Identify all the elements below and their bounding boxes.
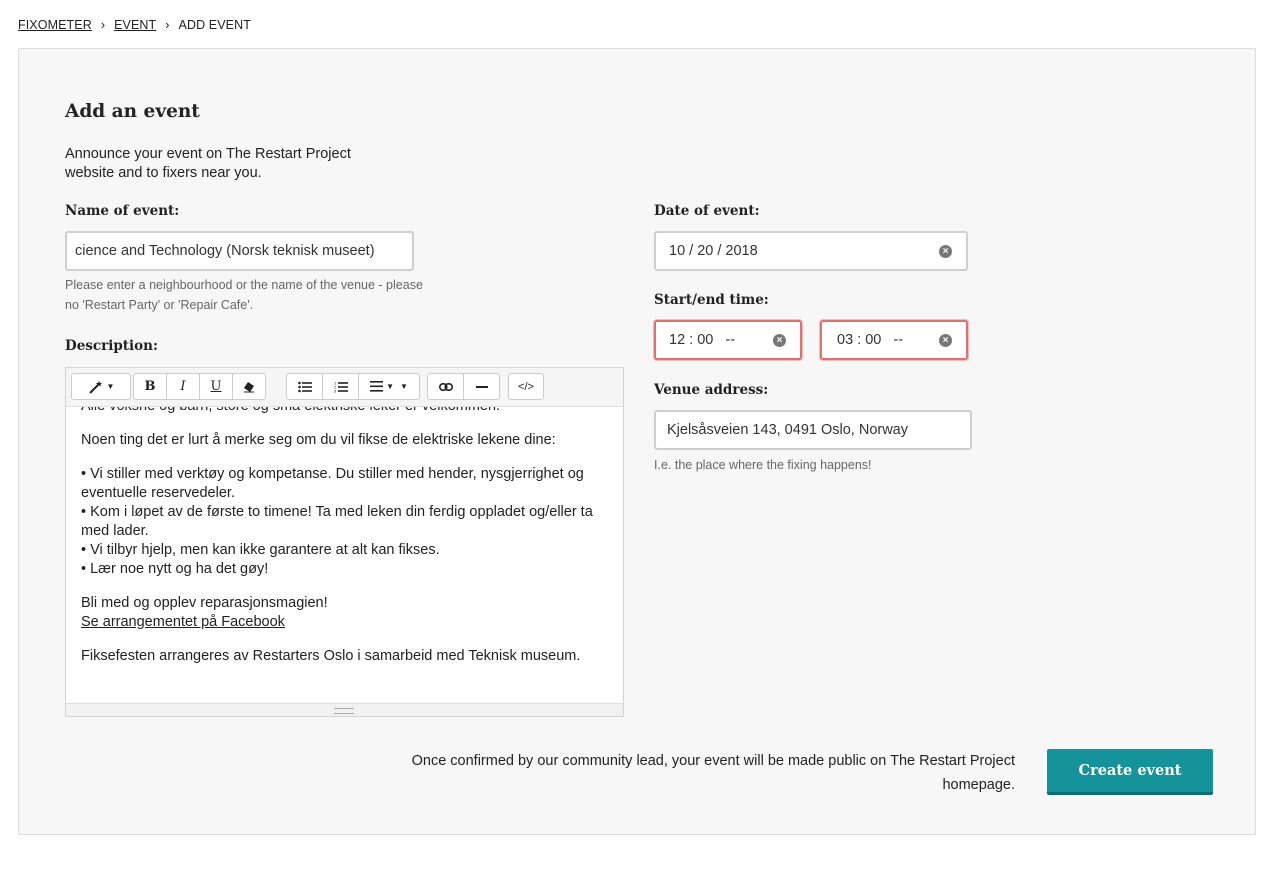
end-time-value: 03 : 00 --	[837, 332, 904, 348]
editor-resize-handle[interactable]	[66, 703, 623, 716]
description-line: • Lær noe nytt og ha det gøy!	[81, 561, 269, 577]
breadcrumb-separator: ›	[165, 18, 170, 32]
description-line: • Vi tilbyr hjelp, men kan ikke garanter…	[81, 542, 440, 558]
breadcrumb-separator: ›	[100, 18, 106, 32]
breadcrumb-current: ADD EVENT	[178, 18, 251, 32]
event-name-value: cience and Technology (Norsk teknisk mus…	[75, 243, 375, 259]
clear-end-time-icon[interactable]: ×	[939, 334, 952, 347]
unordered-list-icon[interactable]	[286, 373, 323, 400]
magic-wand-icon[interactable]: ▼	[71, 373, 131, 400]
description-line: Noen ting det er lurt å merke seg om du …	[81, 432, 556, 448]
description-paragraph: Bli med og opplev reparasjonsmagien! Se a…	[81, 594, 608, 632]
description-paragraph: • Vi stiller med verktøy og kompetanse. …	[81, 465, 608, 579]
start-time-input[interactable]: 12 : 00 -- ×	[654, 320, 802, 360]
description-label: Description:	[65, 338, 158, 354]
page-title: Add an event	[65, 101, 200, 122]
event-name-label: Name of event:	[65, 203, 180, 219]
time-label: Start/end time:	[654, 292, 769, 308]
facebook-link[interactable]: Se arrangementet på Facebook	[81, 614, 285, 630]
description-line: • Kom i løpet av de første to timene! Ta…	[81, 504, 593, 539]
code-view-button[interactable]: </>	[508, 373, 544, 400]
description-editor: ▼ B I U 123 ▼ ▼ </> Noen ting det er lur…	[65, 367, 624, 717]
event-name-help: Please enter a neighbourhood or the name…	[65, 278, 423, 312]
create-event-button[interactable]: Create event	[1047, 749, 1213, 795]
editor-toolbar: ▼ B I U 123 ▼ ▼ </>	[66, 368, 623, 407]
ordered-list-icon[interactable]: 123	[322, 373, 359, 400]
svg-text:3: 3	[334, 388, 337, 393]
link-icon[interactable]	[427, 373, 464, 400]
end-time-input[interactable]: 03 : 00 -- ×	[820, 320, 968, 360]
description-line: Bli med og opplev reparasjonsmagien!	[81, 595, 328, 611]
date-label: Date of event:	[654, 203, 760, 219]
bold-button[interactable]: B	[133, 373, 167, 400]
eraser-icon[interactable]	[232, 373, 266, 400]
confirmation-note: Once confirmed by our community lead, yo…	[411, 753, 1015, 793]
description-paragraph: Fiksefesten arrangeres av Restarters Osl…	[81, 647, 608, 666]
venue-label: Venue address:	[654, 382, 769, 398]
intro-text: Announce your event on The Restart Proje…	[65, 146, 351, 181]
breadcrumb-fixometer[interactable]: FIXOMETER	[18, 18, 92, 32]
breadcrumb: FIXOMETER › EVENT › ADD EVENT	[18, 18, 251, 32]
description-paragraph: Alle voksne og barn, store og små elektr…	[81, 407, 608, 416]
venue-address-input[interactable]: Kjelsåsveien 143, 0491 Oslo, Norway	[654, 410, 972, 450]
editor-content[interactable]: Alle voksne og barn, store og små elektr…	[66, 407, 623, 704]
breadcrumb-event[interactable]: EVENT	[114, 18, 156, 32]
clear-start-time-icon[interactable]: ×	[773, 334, 786, 347]
date-input[interactable]: 10 / 20 / 2018 ×	[654, 231, 968, 271]
venue-address-value: Kjelsåsveien 143, 0491 Oslo, Norway	[667, 422, 908, 438]
event-name-input[interactable]: cience and Technology (Norsk teknisk mus…	[65, 231, 414, 271]
start-time-value: 12 : 00 --	[669, 332, 736, 348]
horizontal-rule-icon[interactable]	[463, 373, 500, 400]
description-paragraph: Noen ting det er lurt å merke seg om du …	[81, 431, 608, 450]
italic-button[interactable]: I	[166, 373, 200, 400]
venue-help: I.e. the place where the fixing happens!	[654, 458, 872, 472]
date-value: 10 / 20 / 2018	[669, 243, 758, 259]
clear-date-icon[interactable]: ×	[939, 245, 952, 258]
underline-button[interactable]: U	[199, 373, 233, 400]
description-line: Alle voksne og barn, store og små elektr…	[81, 407, 500, 414]
add-event-panel: Add an event Announce your event on The …	[18, 48, 1256, 835]
align-icon[interactable]: ▼ ▼	[358, 373, 420, 400]
description-line: • Vi stiller med verktøy og kompetanse. …	[81, 466, 584, 501]
description-line: Fiksefesten arrangeres av Restarters Osl…	[81, 648, 581, 664]
